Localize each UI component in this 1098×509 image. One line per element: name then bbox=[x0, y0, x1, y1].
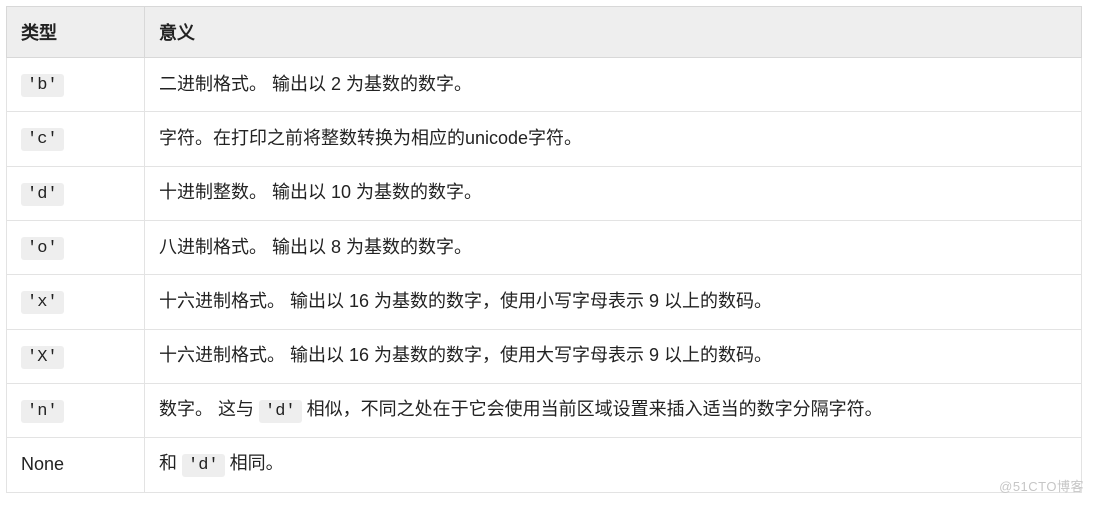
cell-meaning: 十六进制格式。 输出以 16 为基数的数字，使用小写字母表示 9 以上的数码。 bbox=[145, 275, 1082, 329]
cell-type: 'X' bbox=[7, 329, 145, 383]
table-row: 'n' 数字。 这与 'd' 相似，不同之处在于它会使用当前区域设置来插入适当的数… bbox=[7, 384, 1082, 438]
cell-type: 'o' bbox=[7, 221, 145, 275]
type-code: 'o' bbox=[21, 237, 64, 260]
type-code: 'X' bbox=[21, 346, 64, 369]
cell-type: 'c' bbox=[7, 112, 145, 166]
meaning-text-pre: 数字。 这与 bbox=[159, 399, 259, 419]
meaning-text-pre: 十进制整数。 输出以 10 为基数的数字。 bbox=[159, 182, 482, 202]
cell-meaning: 二进制格式。 输出以 2 为基数的数字。 bbox=[145, 58, 1082, 112]
cell-meaning: 十六进制格式。 输出以 16 为基数的数字，使用大写字母表示 9 以上的数码。 bbox=[145, 329, 1082, 383]
type-code: 'b' bbox=[21, 74, 64, 97]
header-meaning: 意义 bbox=[145, 7, 1082, 58]
meaning-text-pre: 八进制格式。 输出以 8 为基数的数字。 bbox=[159, 237, 472, 257]
table-header-row: 类型 意义 bbox=[7, 7, 1082, 58]
cell-type: 'x' bbox=[7, 275, 145, 329]
meaning-text-post: 相似，不同之处在于它会使用当前区域设置来插入适当的数字分隔字符。 bbox=[302, 399, 883, 419]
cell-type: 'n' bbox=[7, 384, 145, 438]
table-row: 'x' 十六进制格式。 输出以 16 为基数的数字，使用小写字母表示 9 以上的数… bbox=[7, 275, 1082, 329]
type-code: 'x' bbox=[21, 291, 64, 314]
table-row: 'b' 二进制格式。 输出以 2 为基数的数字。 bbox=[7, 58, 1082, 112]
type-plain: None bbox=[21, 454, 64, 474]
meaning-text-post: 相同。 bbox=[225, 453, 284, 473]
cell-type: 'b' bbox=[7, 58, 145, 112]
table-row: 'c' 字符。在打印之前将整数转换为相应的unicode字符。 bbox=[7, 112, 1082, 166]
watermark: @51CTO博客 bbox=[999, 476, 1084, 495]
cell-meaning: 数字。 这与 'd' 相似，不同之处在于它会使用当前区域设置来插入适当的数字分隔… bbox=[145, 384, 1082, 438]
meaning-code: 'd' bbox=[259, 400, 302, 423]
table-row: None 和 'd' 相同。 bbox=[7, 438, 1082, 492]
meaning-text-pre: 字符。在打印之前将整数转换为相应的unicode字符。 bbox=[159, 128, 582, 148]
header-type: 类型 bbox=[7, 7, 145, 58]
table-row: 'X' 十六进制格式。 输出以 16 为基数的数字，使用大写字母表示 9 以上的数… bbox=[7, 329, 1082, 383]
meaning-text-pre: 和 bbox=[159, 453, 182, 473]
type-code: 'n' bbox=[21, 400, 64, 423]
meaning-text-pre: 十六进制格式。 输出以 16 为基数的数字，使用大写字母表示 9 以上的数码。 bbox=[159, 345, 772, 365]
table-row: 'o' 八进制格式。 输出以 8 为基数的数字。 bbox=[7, 221, 1082, 275]
cell-type: 'd' bbox=[7, 166, 145, 220]
type-code: 'd' bbox=[21, 183, 64, 206]
cell-meaning: 十进制整数。 输出以 10 为基数的数字。 bbox=[145, 166, 1082, 220]
cell-type: None bbox=[7, 438, 145, 492]
meaning-text-pre: 十六进制格式。 输出以 16 为基数的数字，使用小写字母表示 9 以上的数码。 bbox=[159, 291, 772, 311]
table-row: 'd' 十进制整数。 输出以 10 为基数的数字。 bbox=[7, 166, 1082, 220]
cell-meaning: 字符。在打印之前将整数转换为相应的unicode字符。 bbox=[145, 112, 1082, 166]
format-spec-table: 类型 意义 'b' 二进制格式。 输出以 2 为基数的数字。 'c' 字符。在打印之前… bbox=[6, 6, 1082, 493]
cell-meaning: 八进制格式。 输出以 8 为基数的数字。 bbox=[145, 221, 1082, 275]
meaning-text-pre: 二进制格式。 输出以 2 为基数的数字。 bbox=[159, 74, 472, 94]
type-code: 'c' bbox=[21, 128, 64, 151]
cell-meaning: 和 'd' 相同。 bbox=[145, 438, 1082, 492]
meaning-code: 'd' bbox=[182, 454, 225, 477]
